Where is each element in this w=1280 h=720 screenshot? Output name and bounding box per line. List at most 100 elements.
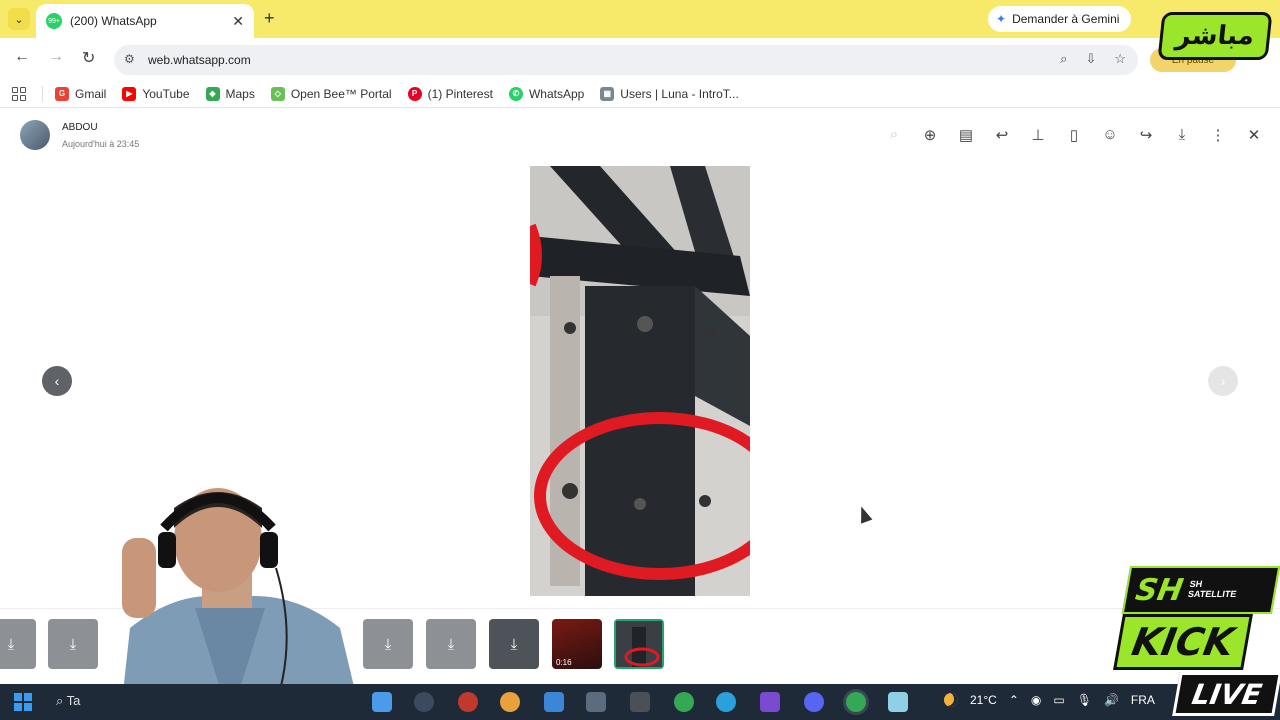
emoji-icon[interactable]: ☺	[1102, 126, 1118, 144]
download-icon: ⤓	[384, 635, 392, 653]
bookmark-maps[interactable]: ◆ Maps	[205, 86, 255, 101]
mouse-cursor-icon	[855, 504, 873, 524]
live-badge: LIVE	[1172, 672, 1280, 716]
forward-arrow-icon[interactable]: →	[48, 48, 64, 66]
taskbar-search-label: Ta	[66, 693, 81, 708]
install-app-icon[interactable]: ⇩	[1085, 51, 1096, 67]
windows-start-icon[interactable]	[14, 693, 32, 711]
bookmark-pinterest[interactable]: P (1) Pinterest	[407, 86, 493, 101]
whatsapp-tab-favicon-icon: 99+	[46, 13, 62, 29]
bookmark-star-icon[interactable]: ☆	[1114, 51, 1126, 67]
chrome-icon[interactable]	[674, 692, 694, 712]
sender-name: ABDOU	[62, 122, 98, 133]
maps-icon: ◆	[205, 86, 220, 101]
sh-letters: SH	[1132, 572, 1186, 608]
telegram-icon[interactable]	[716, 692, 736, 712]
tab-close-icon[interactable]: ✕	[232, 13, 244, 30]
chevron-right-icon: ›	[1220, 373, 1226, 389]
zoom-in-icon[interactable]: ⊕	[922, 126, 938, 144]
pin-icon[interactable]: ⊥	[1030, 126, 1046, 144]
bookmark-label: YouTube	[142, 86, 190, 101]
gemini-button[interactable]: ✦ Demander à Gemini	[988, 6, 1132, 32]
bookmark-youtube[interactable]: ▶ YouTube	[122, 86, 190, 101]
bookmark-openbee[interactable]: ◇ Open Bee™ Portal	[270, 86, 392, 101]
bookmark-whatsapp[interactable]: ✆ WhatsApp	[508, 86, 585, 101]
recorder-app-icon[interactable]	[458, 692, 478, 712]
calculator-icon[interactable]	[586, 692, 606, 712]
gemini-sparkle-icon: ✦	[996, 12, 1007, 26]
thumbnail[interactable]: ⤓	[489, 619, 539, 669]
address-bar[interactable]: ⚙ web.whatsapp.com ⌕ ⇩ ☆	[114, 45, 1138, 75]
record-icon[interactable]: ◉	[1031, 693, 1041, 707]
site-info-icon[interactable]: ⚙	[124, 52, 135, 66]
next-media-button[interactable]: ›	[1208, 366, 1238, 396]
whatsapp-icon: ✆	[508, 86, 523, 101]
gemini-label: Demander à Gemini	[1012, 12, 1120, 26]
thumbnail[interactable]: ⤓	[0, 619, 36, 669]
download-icon: ⤓	[510, 635, 518, 653]
thumbnail-selected[interactable]	[614, 619, 664, 669]
reply-icon[interactable]: ↩	[994, 126, 1010, 144]
previous-media-button[interactable]: ‹	[42, 366, 72, 396]
video-duration: 0:16	[556, 658, 572, 667]
pinterest-icon: P	[407, 86, 422, 101]
bookmark-label: Gmail	[75, 86, 107, 101]
microphone-icon[interactable]: 🎙	[1077, 693, 1092, 707]
sh-satellite-badge: SH SH SATELLITE	[1121, 566, 1280, 614]
photo-content	[530, 166, 750, 596]
apps-grid-icon[interactable]	[12, 86, 26, 101]
new-tab-button[interactable]: +	[264, 8, 275, 29]
chrome-active-icon[interactable]	[846, 692, 866, 712]
sent-time: Aujourd'hui à 23:45	[62, 139, 140, 149]
reload-icon[interactable]: ↻	[82, 48, 95, 68]
tab-title: (200) WhatsApp	[70, 14, 157, 28]
sh-satellite-kick-logo: SH SH SATELLITE KICK LIVE	[1113, 560, 1280, 720]
media-viewer-header: ABDOU Aujourd'hui à 23:45 ⌕ ⊕ ▤ ↩ ⊥ ▯ ☺ …	[0, 112, 1280, 158]
bookmark-label: Maps	[225, 86, 255, 101]
photo-metal-pole[interactable]	[530, 166, 750, 596]
snipping-tool-icon[interactable]	[630, 692, 650, 712]
selected-thumb-image	[616, 621, 662, 667]
tab-strip: ⌄ 99+ (200) WhatsApp ✕ + ✦ Demander à Ge…	[0, 0, 1280, 38]
more-icon[interactable]: ⋮	[1210, 126, 1226, 144]
download-icon[interactable]: ⤓	[1174, 126, 1190, 144]
close-icon[interactable]: ✕	[1246, 126, 1262, 144]
thumbnail[interactable]: ⤓	[426, 619, 476, 669]
taskbar-search[interactable]: ⌕ Ta	[56, 693, 80, 709]
tab-search-button[interactable]: ⌄	[8, 8, 30, 30]
file-explorer-icon[interactable]	[544, 692, 564, 712]
paint-app-icon[interactable]	[500, 692, 520, 712]
bookmark-label: WhatsApp	[528, 86, 585, 101]
forward-icon[interactable]: ↪	[1138, 126, 1154, 144]
avatar[interactable]	[20, 120, 50, 150]
widgets-app-icon[interactable]	[372, 692, 392, 712]
bookmark-icon[interactable]: ▯	[1066, 126, 1082, 144]
thumbnail[interactable]: ⤓	[48, 619, 98, 669]
page-icon: ▦	[600, 86, 615, 101]
url-text: web.whatsapp.com	[148, 53, 251, 67]
network-icon[interactable]: ▭	[1053, 693, 1064, 707]
zoom-icon[interactable]: ⌕	[1060, 51, 1067, 67]
bookmark-luna-users[interactable]: ▦ Users | Luna - IntroT...	[600, 86, 739, 101]
video-thumbnail[interactable]: 0:16	[552, 619, 602, 669]
notepad-icon[interactable]	[888, 692, 908, 712]
download-icon: ⤓	[7, 635, 15, 653]
weather-moon-icon	[944, 693, 958, 707]
tab-whatsapp[interactable]: 99+ (200) WhatsApp ✕	[36, 4, 254, 38]
sh-subtitle: SH SATELLITE	[1187, 579, 1238, 599]
windows-taskbar: ⌕ Ta 21°C ⌃ ◉ ▭ 🎙 🔊 FRA	[0, 684, 1280, 720]
caption-icon[interactable]: ▤	[958, 126, 974, 144]
bookmark-label: (1) Pinterest	[427, 86, 493, 101]
camera-app-icon[interactable]	[414, 692, 434, 712]
thumbnail[interactable]: ⤓	[363, 619, 413, 669]
back-arrow-icon[interactable]: ←	[14, 48, 30, 66]
gmail-icon: G	[55, 86, 69, 101]
kick-badge: KICK	[1113, 614, 1253, 670]
zoom-out-icon: ⌕	[889, 126, 899, 143]
app-icon[interactable]	[760, 692, 780, 712]
chevron-up-icon[interactable]: ⌃	[1009, 693, 1019, 707]
browser-toolbar: ← → ↻ ⚙ web.whatsapp.com ⌕ ⇩ ☆ En pause	[0, 38, 1280, 80]
temperature[interactable]: 21°C	[970, 693, 997, 707]
discord-icon[interactable]	[804, 692, 824, 712]
bookmark-gmail[interactable]: G Gmail	[55, 86, 107, 101]
